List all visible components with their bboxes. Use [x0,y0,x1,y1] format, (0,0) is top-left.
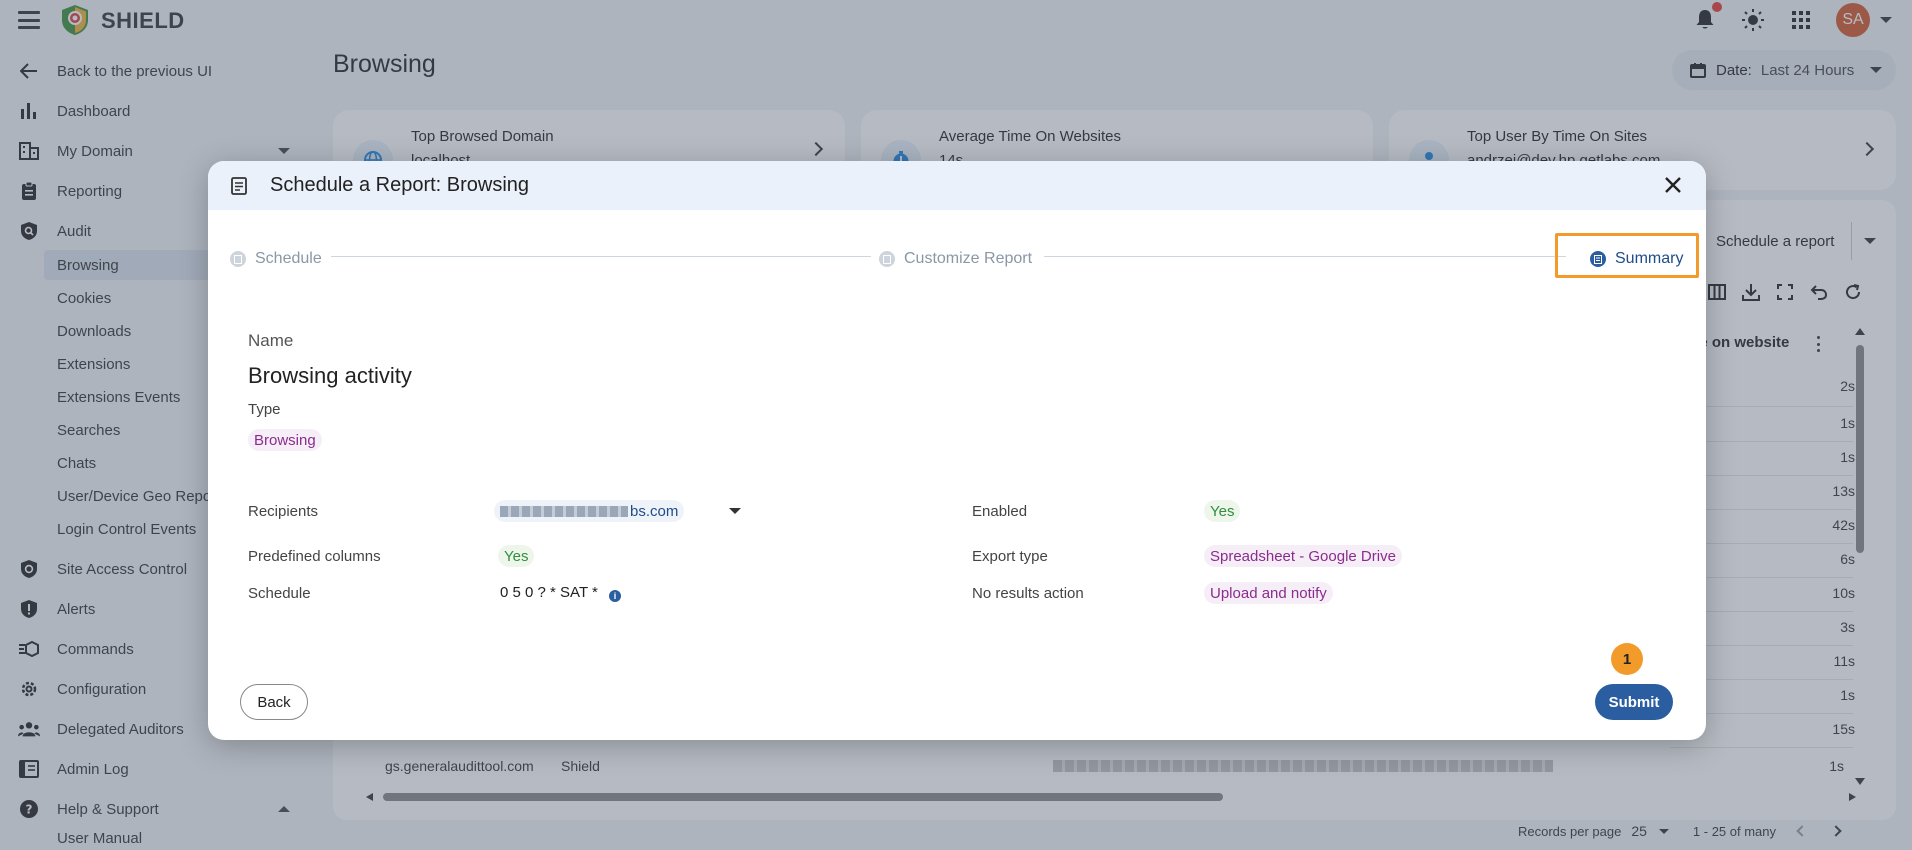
document-icon [231,177,247,195]
step-done-icon [879,251,895,267]
recipient-email-suffix: bs.com [630,502,679,520]
step-schedule[interactable]: Schedule [230,246,322,272]
schedule-report-dialog: Schedule a Report: Browsing Schedule Cus… [208,161,1706,740]
predefined-columns-label: Predefined columns [248,548,381,565]
step-marker-badge: 1 [1611,643,1643,675]
recipient-chip[interactable]: bs.com [494,500,685,522]
dialog-title: Schedule a Report: Browsing [270,174,530,196]
step-customize-report[interactable]: Customize Report [879,246,1032,272]
back-button[interactable]: Back [240,684,308,720]
name-value: Browsing activity [248,363,412,388]
highlight-box [1555,233,1699,278]
step-connector [1044,256,1566,257]
close-icon[interactable] [1662,174,1684,196]
chevron-down-icon[interactable] [729,508,741,514]
type-chip: Browsing [248,429,322,451]
enabled-label: Enabled [972,503,1028,520]
dialog-header: Schedule a Report: Browsing [208,161,1706,210]
no-results-action-chip: Upload and notify [1204,582,1333,604]
schedule-cron-value: 0 5 0 ? * SAT * [500,584,598,601]
schedule-label: Schedule [248,585,311,602]
redacted-email [500,505,628,517]
recipients-label: Recipients [248,503,319,520]
export-type-chip: Spreadsheet - Google Drive [1204,545,1402,567]
predefined-columns-chip: Yes [498,545,535,567]
submit-button[interactable]: Submit [1595,684,1673,720]
step-label: Schedule [255,250,322,267]
step-done-icon [230,251,246,267]
export-type-label: Export type [972,548,1048,565]
info-icon[interactable]: i [609,590,621,602]
step-label: Customize Report [904,250,1033,267]
no-results-action-label: No results action [972,585,1084,602]
name-label: Name [248,331,294,350]
enabled-chip: Yes [1204,500,1241,522]
step-connector [331,256,871,257]
type-label: Type [248,401,281,418]
